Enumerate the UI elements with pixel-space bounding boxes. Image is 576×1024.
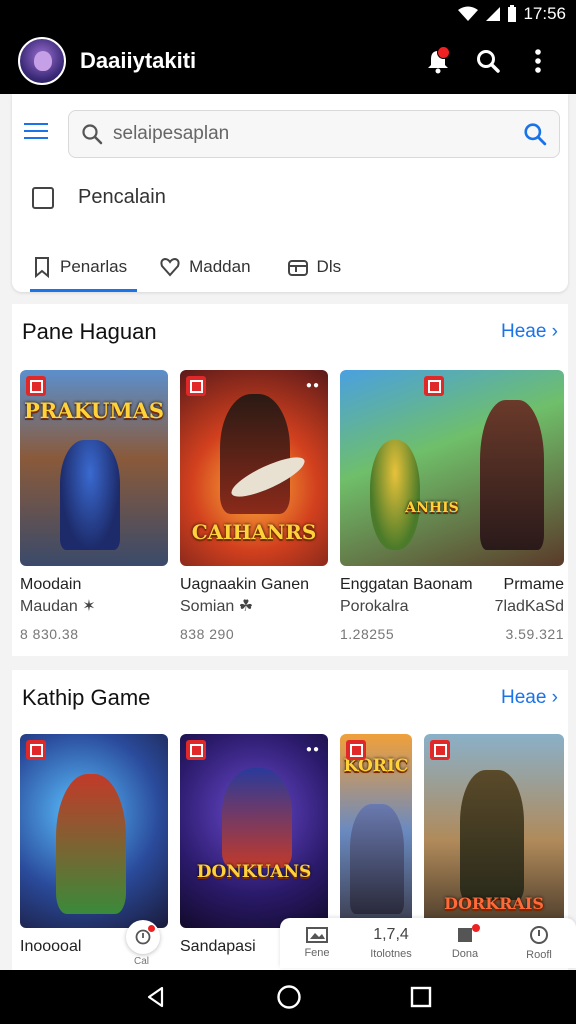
section-more-link[interactable]: Heae › [501, 687, 558, 709]
tab-dls[interactable]: Dls [277, 242, 352, 292]
game-cover: KORIC [340, 734, 412, 928]
game-cover: PRAKUMAS [20, 370, 168, 566]
status-bar: 17:56 [0, 0, 576, 28]
card-title: Moodain [20, 576, 82, 593]
fab-badge [148, 925, 155, 932]
badge-icon [186, 376, 206, 396]
cover-title: DORKRAIS [444, 894, 544, 913]
more-dots-icon: ●● [305, 744, 320, 755]
tab-maddan[interactable]: Maddan [149, 242, 260, 292]
menu-button[interactable] [24, 116, 54, 146]
game-cover: DONKUANS ●● [180, 734, 328, 928]
badge-icon [346, 740, 366, 760]
card-subtitle: Somian ☘ [180, 598, 254, 615]
bookmark-icon [35, 257, 49, 278]
badge-icon [424, 376, 444, 396]
card-subtitle: Porokalra [340, 598, 409, 615]
section-header: Kathip Game Heae › [12, 670, 568, 726]
section-title: Pane Haguan [22, 319, 157, 344]
card-title: Uagnaakin Ganen [180, 576, 309, 593]
wifi-icon [458, 6, 479, 21]
box-icon [287, 260, 308, 276]
section-pane-haguan: Pane Haguan Heae › PRAKUMAS Moodain Maud… [12, 304, 568, 656]
section-title: Kathip Game [22, 685, 151, 710]
toolbar-item-fene[interactable]: Fene [280, 918, 354, 968]
cover-title: DONKUANS [196, 862, 312, 882]
more-button[interactable] [518, 41, 558, 81]
card-count: 1.28255 [340, 626, 395, 642]
search-button[interactable] [468, 41, 508, 81]
app-bar: Daaiiytakiti [0, 28, 576, 94]
tab-bar: Penarlas Maddan Dls [12, 242, 568, 292]
card-count: 8 830.38 [20, 626, 79, 642]
card-title: Prmame [503, 576, 564, 593]
filter-checkbox[interactable] [32, 186, 54, 209]
card-row: PRAKUMAS Moodain Maudan ✶ 8 830.38 CAIHA… [20, 370, 564, 642]
tab-label: Maddan [189, 257, 251, 276]
toolbar-item-roofl[interactable]: Roofl [502, 918, 576, 968]
avatar[interactable] [18, 37, 66, 85]
toolbar-badge [472, 924, 480, 932]
system-nav-bar [0, 970, 576, 1024]
cover-title: PRAKUMAS [23, 398, 165, 423]
game-cover: CAIHANRS ●● [180, 370, 328, 566]
gallery-icon [306, 927, 328, 943]
search-placeholder: selaipesaplan [113, 123, 230, 144]
tab-label: Penarlas [60, 257, 128, 276]
section-header: Pane Haguan Heae › [12, 304, 568, 360]
bottom-toolbar: Fene 1,7,4 Itolotnes Dona Roofl [280, 918, 576, 968]
status-time: 17:56 [523, 4, 566, 23]
badge-icon [186, 740, 206, 760]
home-icon[interactable] [276, 984, 302, 1010]
app-title: Daaiiytakiti [80, 48, 197, 73]
signal-icon [486, 7, 501, 21]
heart-icon [160, 257, 180, 277]
game-card[interactable]: ANHIS Enggatan Baonam Porokalra 1.28255 … [340, 370, 564, 642]
cover-title: ANHIS [405, 500, 459, 516]
game-card[interactable]: PRAKUMAS Moodain Maudan ✶ 8 830.38 [20, 370, 168, 642]
number-icon: 1,7,4 [373, 926, 409, 943]
menu-icon [24, 123, 48, 125]
toolbar-item-dona[interactable]: Dona [428, 918, 502, 968]
badge-icon [26, 376, 46, 396]
fab-label: Cal [134, 956, 150, 967]
badge-icon [430, 740, 450, 760]
search-input[interactable]: selaipesaplan [68, 110, 560, 158]
battery-icon [508, 5, 517, 22]
badge-icon [26, 740, 46, 760]
game-cover: DORKRAIS [424, 734, 564, 928]
card-count: 3.59.321 [505, 626, 564, 642]
more-dots-icon: ●● [305, 380, 320, 391]
back-icon[interactable] [144, 985, 168, 1009]
floating-action-button[interactable] [126, 920, 160, 954]
card-subtitle: Maudan ✶ [20, 598, 96, 615]
notification-badge [437, 46, 450, 59]
toolbar-item-itolotnes[interactable]: 1,7,4 Itolotnes [354, 918, 428, 968]
search-submit-icon[interactable] [523, 122, 547, 146]
filter-checkbox-label: Pencalain [78, 186, 166, 208]
notification-button[interactable] [418, 41, 458, 81]
cover-title: CAIHANRS [191, 520, 317, 544]
game-cover [20, 734, 168, 928]
tab-label: Dls [316, 257, 342, 276]
tab-penarlas[interactable]: Penarlas [22, 242, 138, 292]
card-title: Enggatan Baonam [340, 576, 473, 593]
filter-checkbox-row[interactable]: Pencalain [32, 186, 166, 209]
more-vert-icon [535, 49, 541, 73]
section-more-link[interactable]: Heae › [501, 321, 558, 343]
search-panel: selaipesaplan Pencalain Penarlas Maddan … [12, 94, 568, 292]
card-count: 838 290 [180, 626, 235, 642]
info-icon [530, 926, 548, 944]
search-icon [477, 50, 500, 73]
search-icon [82, 124, 103, 145]
recents-icon[interactable] [410, 986, 432, 1008]
card-subtitle: 7ladKaSd [494, 598, 564, 615]
game-cover: ANHIS [340, 370, 564, 566]
game-card[interactable]: CAIHANRS ●● Uagnaakin Ganen Somian ☘ 838… [180, 370, 328, 642]
